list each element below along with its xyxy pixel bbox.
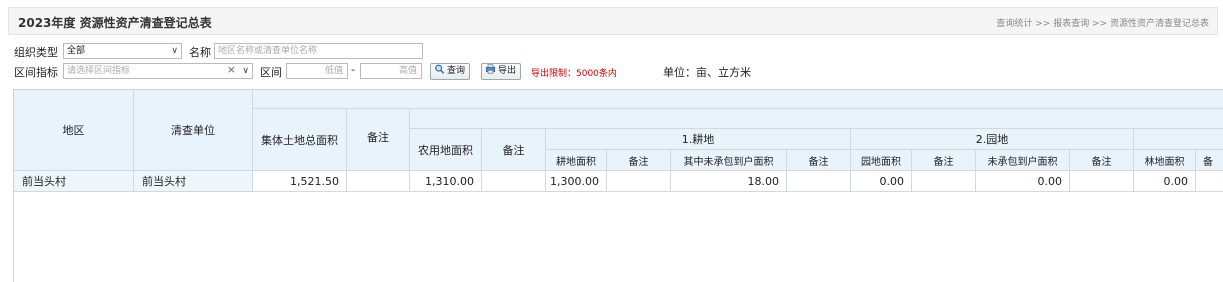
unit-text: 单位：亩、立方米 bbox=[663, 66, 751, 79]
column-header-agri-area: 农用地面积 bbox=[410, 129, 482, 171]
column-header-forest-note: 备 bbox=[1196, 150, 1223, 171]
header-group-garden-label: 2.园地 bbox=[975, 133, 1009, 146]
column-header-region: 地区 bbox=[14, 90, 134, 171]
range-indicator-label: 区间指标 bbox=[14, 66, 58, 79]
column-header-garden-unassigned-label: 未承包到户面积 bbox=[987, 156, 1058, 168]
table-cell-region-text: 前当头村 bbox=[22, 175, 66, 188]
column-header-cultivated-area: 耕地面积 bbox=[546, 150, 607, 171]
table-cell-cultivated-area: 1,300.00 bbox=[546, 171, 607, 192]
page-title: 2023年度 资源性资产清查登记总表 bbox=[18, 16, 212, 30]
column-header-collective-note-label: 备注 bbox=[367, 131, 389, 144]
range-label: 区间 bbox=[260, 66, 282, 79]
table-cell-forest-area: 0.00 bbox=[1134, 171, 1196, 192]
chevron-down-icon: ∨ bbox=[242, 66, 249, 76]
table-cell-region[interactable]: 前当头村 bbox=[14, 171, 134, 192]
column-header-agri-area-label: 农用地面积 bbox=[418, 143, 473, 157]
table-cell-garden-note bbox=[912, 171, 976, 192]
org-type-value: 全部 bbox=[67, 46, 86, 56]
table-cell-collective-total-text: 1,521.50 bbox=[290, 174, 339, 188]
query-button[interactable]: 查询 bbox=[430, 63, 471, 80]
column-header-cultivated-area-label: 耕地面积 bbox=[556, 156, 596, 168]
column-header-collective-note: 备注 bbox=[347, 109, 410, 171]
column-header-forest-note-label: 备 bbox=[1203, 156, 1213, 168]
column-header-unit: 清查单位 bbox=[134, 90, 253, 171]
range-dash: - bbox=[351, 63, 355, 76]
header-group-forest bbox=[1134, 129, 1223, 150]
range-high-input[interactable]: 高值 bbox=[360, 63, 422, 79]
name-search-input[interactable]: 地区名称或清查单位名称 bbox=[214, 43, 423, 59]
table-cell-agri-area: 1,310.00 bbox=[410, 171, 482, 192]
table-cell-agri-area-text: 1,310.00 bbox=[425, 174, 474, 188]
column-header-garden-note-label: 备注 bbox=[933, 156, 954, 168]
column-header-garden-note: 备注 bbox=[912, 150, 976, 171]
search-icon bbox=[435, 64, 445, 74]
table-cell-collective-note bbox=[347, 171, 410, 192]
range-indicator-placeholder: 请选择区间指标 bbox=[67, 66, 131, 76]
column-header-cultivated-note-label: 备注 bbox=[628, 156, 649, 168]
range-low-placeholder: 低值 bbox=[324, 66, 343, 76]
org-type-label: 组织类型 bbox=[14, 46, 58, 59]
table-cell-unit-text: 前当头村 bbox=[142, 175, 186, 188]
query-button-label: 查询 bbox=[447, 66, 466, 76]
table-cell-garden-unassigned-text: 0.00 bbox=[1037, 174, 1063, 188]
column-header-garden-area: 园地面积 bbox=[851, 150, 912, 171]
chevron-down-icon: ∨ bbox=[171, 46, 178, 56]
table-cell-cultivated-note bbox=[607, 171, 671, 192]
org-type-select[interactable]: 全部 ∨ bbox=[63, 43, 182, 59]
column-header-garden-area-label: 园地面积 bbox=[861, 156, 901, 168]
table-cell-forest-note bbox=[1196, 171, 1223, 192]
table-cell-garden-unassigned-note bbox=[1070, 171, 1134, 192]
name-search-placeholder: 地区名称或清查单位名称 bbox=[218, 46, 318, 56]
table-cell-cultivated-unassigned: 18.00 bbox=[671, 171, 787, 192]
column-header-agri-note: 备注 bbox=[482, 129, 546, 171]
range-low-input[interactable]: 低值 bbox=[286, 63, 348, 79]
column-header-garden-unassigned: 未承包到户面积 bbox=[976, 150, 1070, 171]
header-band bbox=[253, 90, 1223, 109]
column-header-cultivated-note: 备注 bbox=[607, 150, 671, 171]
export-button-label: 导出 bbox=[498, 66, 517, 76]
table-cell-garden-area-text: 0.00 bbox=[879, 174, 905, 188]
header-group-cultivated-label: 1.耕地 bbox=[681, 133, 715, 146]
column-header-forest-area: 林地面积 bbox=[1134, 150, 1196, 171]
column-header-agri-note-label: 备注 bbox=[502, 143, 525, 157]
column-header-garden-unassigned-note: 备注 bbox=[1070, 150, 1134, 171]
column-header-cultivated-unassigned: 其中未承包到户面积 bbox=[671, 150, 787, 171]
table-cell-cultivated-unassigned-text: 18.00 bbox=[747, 174, 780, 188]
table-cell-agri-note bbox=[482, 171, 546, 192]
breadcrumb: 查询统计 >> 报表查询 >> 资源性资产清查登记总表 bbox=[996, 19, 1209, 29]
column-header-unit-label: 清查单位 bbox=[171, 124, 215, 137]
table-cell-garden-area: 0.00 bbox=[851, 171, 912, 192]
column-header-region-label: 地区 bbox=[62, 124, 85, 137]
header-group-garden: 2.园地 bbox=[851, 129, 1134, 150]
table-cell-forest-area-text: 0.00 bbox=[1163, 174, 1189, 188]
report-table: 地区 清查单位 集体土地总面积 备注 农用地面积 备注 1.耕地 2.园地 耕地… bbox=[13, 89, 1223, 282]
column-header-cultivated-unassigned-note: 备注 bbox=[787, 150, 851, 171]
name-label: 名称 bbox=[189, 46, 211, 59]
column-header-collective-total-label: 集体土地总面积 bbox=[261, 133, 338, 147]
table-cell-cultivated-unassigned-note bbox=[787, 171, 851, 192]
title-bar: 2023年度 资源性资产清查登记总表 查询统计 >> 报表查询 >> 资源性资产… bbox=[8, 7, 1218, 35]
range-indicator-select[interactable]: 请选择区间指标 × ∨ bbox=[63, 63, 253, 79]
table-cell-garden-unassigned: 0.00 bbox=[976, 171, 1070, 192]
export-limit-text: 导出限制：5000条内 bbox=[531, 69, 617, 79]
clear-icon[interactable]: × bbox=[227, 64, 236, 77]
table-cell-collective-total: 1,521.50 bbox=[253, 171, 347, 192]
table-cell-unit[interactable]: 前当头村 bbox=[134, 171, 253, 192]
column-header-cultivated-unassigned-note-label: 备注 bbox=[808, 156, 829, 168]
column-header-cultivated-unassigned-label: 其中未承包到户面积 bbox=[683, 156, 774, 168]
column-header-forest-area-label: 林地面积 bbox=[1144, 156, 1185, 168]
column-header-collective-total: 集体土地总面积 bbox=[253, 109, 347, 171]
column-header-garden-unassigned-note-label: 备注 bbox=[1091, 156, 1112, 168]
header-group-cultivated: 1.耕地 bbox=[546, 129, 851, 150]
printer-icon bbox=[485, 64, 496, 74]
export-button[interactable]: 导出 bbox=[481, 63, 522, 80]
header-group-agri bbox=[410, 109, 1223, 129]
range-high-placeholder: 高值 bbox=[398, 66, 417, 76]
table-cell-cultivated-area-text: 1,300.00 bbox=[550, 174, 599, 188]
report-page: 2023年度 资源性资产清查登记总表 查询统计 >> 报表查询 >> 资源性资产… bbox=[0, 0, 1223, 282]
